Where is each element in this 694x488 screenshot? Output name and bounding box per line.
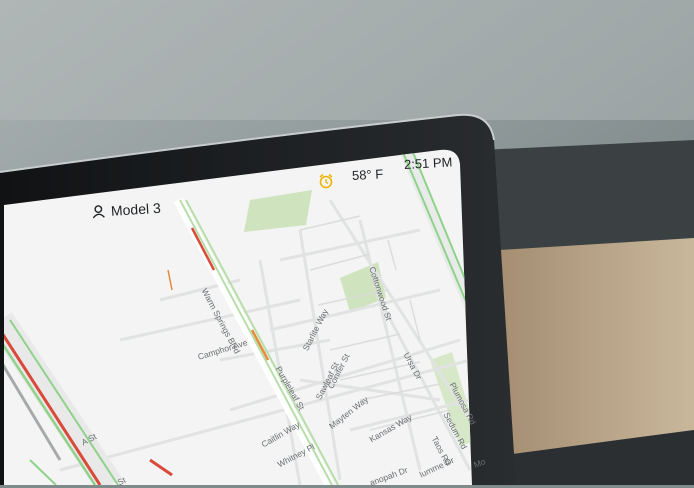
clock: 2:51 PM bbox=[403, 154, 453, 172]
dashboard-top bbox=[480, 140, 694, 250]
wood-trim bbox=[500, 238, 694, 455]
user-icon bbox=[92, 205, 105, 219]
profile-name: Model 3 bbox=[110, 199, 162, 219]
temperature-readout: 58° F bbox=[351, 166, 384, 183]
